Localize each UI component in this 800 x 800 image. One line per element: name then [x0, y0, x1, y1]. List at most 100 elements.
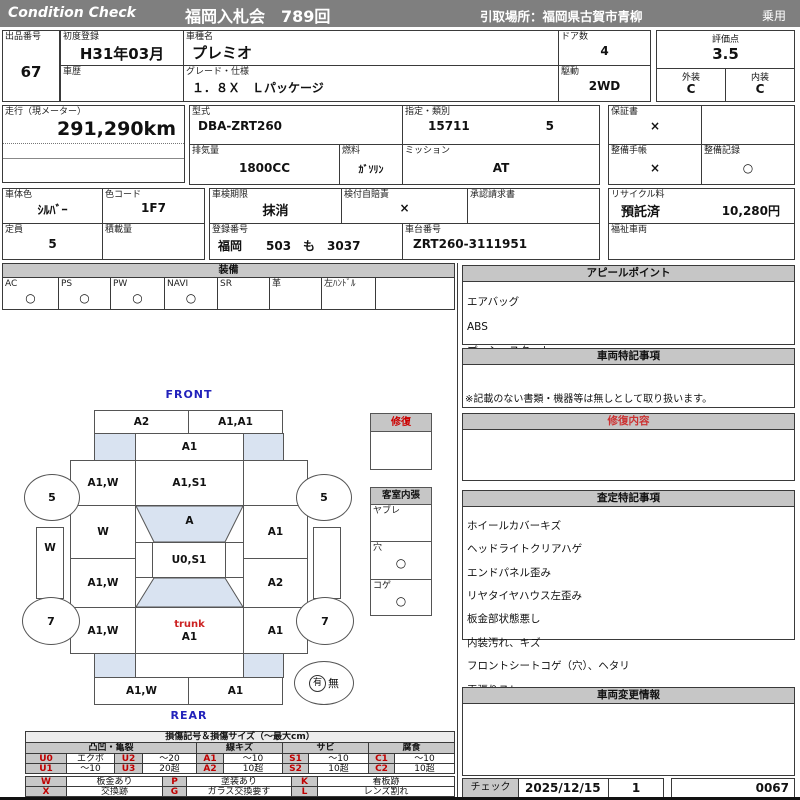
color-code-label: 色コード — [105, 190, 141, 200]
legend-val-s2: 10超 — [309, 763, 369, 774]
equipment-cell-extra — [375, 277, 455, 310]
field-fuel: 燃料 ｶﾞｿﾘﾝ — [339, 144, 403, 185]
capacity-value: 5 — [3, 237, 102, 251]
equipment-ps-mark: ○ — [59, 291, 110, 305]
legend-val-u1: ～10 — [67, 763, 115, 774]
field-insurance: 検付自賠責 × — [341, 188, 468, 224]
drive-value: 2WD — [559, 79, 650, 93]
legend-val-a2: 10超 — [224, 763, 283, 774]
section-appeal-points: アピールポイント エアバッグ ABS プッシュスタート 衝突被害軽減ブレーキ バ… — [462, 265, 795, 345]
legend-val-x: 交換跡 — [67, 786, 163, 797]
transmission-value: AT — [403, 161, 599, 175]
wheel-rear-right: 7 — [296, 597, 354, 645]
field-history: 車歴 — [60, 65, 184, 102]
model-name-value: プレミオ — [184, 42, 558, 63]
field-body-color: 車体色 ｼﾙﾊﾞｰ — [2, 188, 103, 224]
field-registration-number: 登録番号 福岡 503 も 3037 — [209, 223, 403, 260]
panel-divider — [457, 263, 458, 798]
panel-roof: U0,S1 — [152, 542, 226, 578]
capacity-label: 定員 — [5, 225, 23, 235]
field-warranty-extra — [701, 105, 795, 145]
legend-val-l: レンズ割れ — [318, 786, 455, 797]
field-interior-grade: 内装 C — [725, 68, 795, 102]
first-registration-label: 初度登録 — [63, 32, 99, 42]
body-color-value: ｼﾙﾊﾞｰ — [3, 201, 102, 218]
equipment-cell-ac: AC ○ — [2, 277, 59, 310]
presence-badge: 有 無 — [294, 661, 354, 705]
approval-label: 承認請求書 — [470, 190, 515, 200]
field-approval: 承認請求書 — [467, 188, 600, 224]
assessment-notes-header: 査定特記事項 — [463, 491, 794, 507]
interior-burn-mark: ○ — [371, 594, 431, 608]
panel-rear-corner-right — [243, 653, 284, 678]
section-vehicle-notes: 車両特記事項 ※記載のない書類・機器等は無しとして取り扱います。 — [462, 348, 795, 408]
equipment-cell-leather: 革 — [269, 277, 322, 310]
fuel-value: ｶﾞｿﾘﾝ — [340, 161, 402, 176]
mileage-divider-solid — [3, 158, 184, 159]
field-mileage: 走行（現メーター） 291,290km — [2, 105, 185, 183]
recycle-fee-label: リサイクル料 — [611, 190, 665, 200]
legend-code-l: L — [292, 786, 318, 797]
grade-label: グレード・仕様 — [186, 67, 249, 77]
panel-right-sill — [313, 527, 341, 599]
equipment-pw-label: PW — [113, 279, 127, 289]
interior-hole-mark: ○ — [371, 556, 431, 570]
exterior-value: C — [657, 82, 725, 96]
repair-flag-header: 修復 — [371, 414, 431, 432]
check-date: 2025/12/15 — [518, 778, 609, 798]
legend-val-c2: 10超 — [395, 763, 455, 774]
warranty-value: × — [609, 119, 701, 133]
field-score: 評価点 3.5 — [656, 30, 795, 69]
lot-number-value: 67 — [3, 63, 59, 81]
exterior-label: 外装 — [657, 69, 725, 83]
check-number: 0067 — [671, 778, 795, 798]
class-number-value: 15711 — [403, 119, 599, 133]
brand-logo: Condition Check — [8, 5, 136, 21]
pickup-location: 引取場所：福岡県古賀市青柳 — [480, 6, 643, 25]
change-info-body — [463, 704, 794, 708]
interior-trim-box: 客室内張 ヤブレ 穴 ○ コゲ ○ — [370, 487, 432, 616]
lot-number-label: 出品番号 — [5, 32, 41, 42]
panel-trunk: trunk A1 — [135, 607, 244, 654]
maintenance-record-label: 整備記録 — [704, 146, 740, 156]
section-repair-details: 修復内容 — [462, 413, 795, 481]
panel-left-quarter: A1,W — [70, 607, 136, 654]
assessment-item: 板金部状態悪し — [467, 614, 790, 626]
displacement-label: 排気量 — [192, 146, 219, 156]
field-capacity: 定員 5 — [2, 223, 103, 260]
repair-details-body — [463, 430, 794, 434]
field-doors: ドア数 4 — [558, 30, 651, 66]
interior-trim-header: 客室内張 — [371, 488, 431, 505]
legend-code-u3: U3 — [115, 763, 143, 774]
panel-right-front-door: A1 — [243, 505, 308, 559]
field-color-code: 色コード 1F7 — [102, 188, 205, 224]
panel-front-bumper-right: A1,A1 — [188, 410, 283, 434]
equipment-ac-label: AC — [5, 279, 17, 289]
body-color-label: 車体色 — [5, 190, 32, 200]
model-code-label: 型式 — [192, 107, 210, 117]
class-sub-value: 5 — [546, 119, 554, 133]
field-lot-number: 出品番号 67 — [2, 30, 60, 102]
rear-window-glass-shape — [135, 577, 244, 608]
field-grade: グレード・仕様 １．８Ｘ Ｌパッケージ — [183, 65, 559, 102]
field-first-registration: 初度登録 H31年03月 — [60, 30, 184, 66]
assessment-item: ヘッドライトクリアハゲ — [467, 544, 790, 556]
vehicle-notes-disclaimer: ※記載のない書類・機器等は無しとして取り扱います。 — [465, 390, 712, 405]
welfare-label: 福祉車両 — [611, 225, 647, 235]
mileage-divider-dotted — [3, 143, 184, 144]
legend-code-s2: S2 — [283, 763, 309, 774]
legend-val-g: ガラス交換要す — [187, 786, 292, 797]
interior-hole-label: 穴 — [373, 543, 382, 553]
score-value: 3.5 — [657, 45, 794, 63]
field-welfare: 福祉車両 — [608, 223, 795, 260]
assessment-item: 内装汚れ、キズ — [467, 638, 790, 650]
registration-number-value: 福岡 503 も 3037 — [210, 237, 402, 254]
field-maintenance-book: 整備手帳 × — [608, 144, 702, 185]
equipment-sr-label: SR — [220, 279, 232, 289]
mileage-value: 291,290km — [3, 118, 184, 140]
field-drive: 駆動 2WD — [558, 65, 651, 102]
field-class-number: 指定・類別 15711 5 — [402, 105, 600, 145]
panel-hood: A1 — [135, 433, 244, 461]
model-code-value: DBA-ZRT260 — [190, 119, 402, 133]
field-chassis-number: 車台番号 ZRT260-3111951 — [402, 223, 600, 260]
